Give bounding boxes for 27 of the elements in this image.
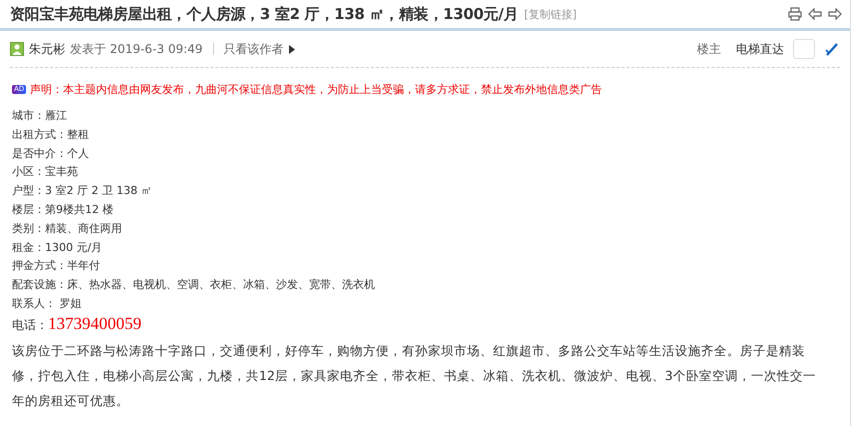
play-arrow-icon [288,44,295,54]
info-line: 押金方式：半年付 [12,258,101,274]
next-arrow-icon[interactable] [828,8,842,20]
info-line: 楼层：第9楼共12 楼 [12,202,114,218]
floor-input[interactable] [793,39,815,59]
avatar-icon [10,42,24,56]
info-line: 类别：精装、商住两用 [12,220,123,237]
description-text: 该房位于二环路与松涛路十字路口，交通便利，好停车，购物方便，有孙家坝市场、红旗超市、多路公交车站等生活设施齐全。房子是精装修，拧包入住，电梯小高层公寓，九楼，共12层，家具家电齐全，带衣柜、书桌、冰箱、洗衣机、微波炉、电视、3个卧室空调，一次性交一年的房租还可优惠。 [11,342,817,410]
author-link[interactable]: 朱元彬 [29,40,65,58]
jump-link[interactable]: 电梯直达 [736,40,784,58]
phone-number: 13739400059 [48,314,142,334]
info-line: 是否中介：个人 [12,146,90,162]
info-line: 城市：雁江 [12,108,68,124]
info-line: 租金：1300 元/月 [12,240,104,256]
info-line: 配套设施：床、热水器、电视机、空调、衣柜、冰箱、沙发、宽带、洗衣机 [12,277,376,294]
thread-title: 资阳宝丰苑电梯房屋出租，个人房源，3 室2 厅，138 ㎡，精装，1300元/月 [10,4,518,24]
previous-arrow-icon[interactable] [808,8,822,20]
post-date: 发表于 2019-6-3 09:49 [70,40,203,58]
floor-label: 楼主 [697,40,721,58]
info-line: 户型：3 室2 厅 2 卫 138 ㎡ [12,183,153,200]
info-line: 出租方式：整租 [12,126,90,143]
only-author-link[interactable]: 只看该作者 [224,40,284,58]
print-icon[interactable] [788,7,802,21]
info-line: 小区：宝丰苑 [12,164,79,180]
info-line: 联系人： 罗姐 [12,296,82,312]
notice-text: 声明：本主题内信息由网友发布，九曲河不保证信息真实性，为防止上当受骗，请多方求证，禁止发布外地信息类广告 [30,82,602,97]
phone-label: 电话： [12,316,48,334]
